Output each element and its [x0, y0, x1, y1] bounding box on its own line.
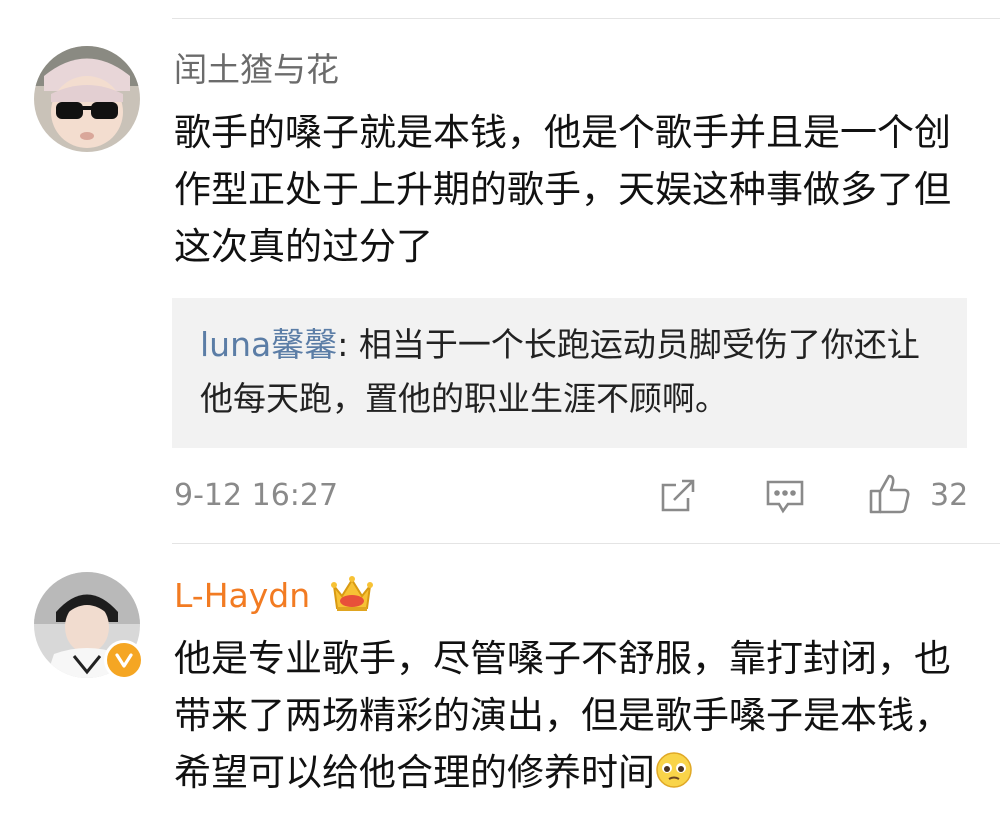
username[interactable]: 闰土猹与花	[174, 50, 339, 90]
username[interactable]: L-Haydn	[174, 576, 310, 616]
comment-text: 歌手的嗓子就是本钱，他是个歌手并且是一个创作型正处于上升期的歌手，天娱这种事做多…	[174, 111, 951, 268]
reply-username[interactable]: luna馨馨	[200, 325, 337, 364]
top-divider	[172, 18, 1000, 19]
reply-separator: :	[337, 325, 349, 364]
reply-text-block: luna馨馨: 相当于一个长跑运动员脚受伤了你还让他每天跑，置他的职业生涯不顾啊…	[200, 318, 940, 426]
like-icon[interactable]	[868, 472, 912, 520]
comment-divider	[172, 543, 1000, 544]
reply-box[interactable]: luna馨馨: 相当于一个长跑运动员脚受伤了你还让他每天跑，置他的职业生涯不顾啊…	[172, 298, 967, 448]
comment-text-content: 他是专业歌手，尽管嗓子不舒服，靠打封闭，也带来了两场精彩的演出，但是歌手嗓子是本…	[174, 637, 951, 794]
user-avatar[interactable]	[34, 46, 140, 152]
like-count: 32	[930, 478, 969, 513]
comment-icon[interactable]	[764, 476, 806, 522]
share-icon[interactable]	[658, 476, 698, 520]
comment-timestamp: 9-12 16:27	[174, 478, 339, 513]
comment-text: 他是专业歌手，尽管嗓子不舒服，靠打封闭，也带来了两场精彩的演出，但是歌手嗓子是本…	[174, 630, 974, 801]
crown-icon	[330, 574, 374, 618]
verified-icon	[104, 640, 144, 680]
pleading-emoji-icon	[655, 748, 693, 788]
